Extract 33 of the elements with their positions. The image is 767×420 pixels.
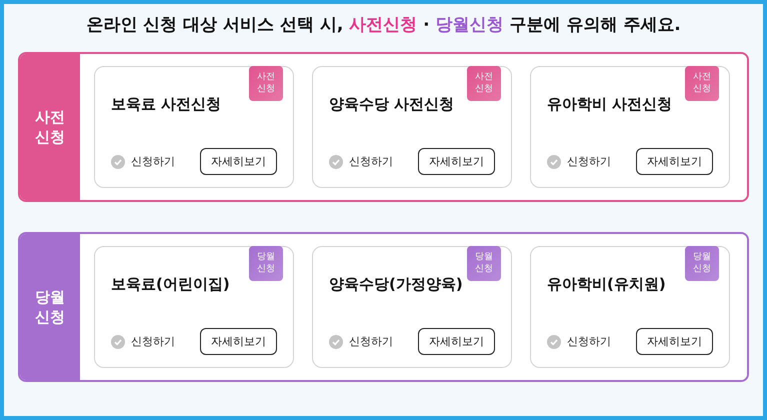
apply-label: 신청하기 [567, 154, 611, 169]
service-title: 보육료 사전신청 [111, 95, 222, 114]
details-button[interactable]: 자세히보기 [418, 328, 495, 355]
headline: 온라인 신청 대상 서비스 선택 시, 사전신청 · 당월신청 구분에 유의해 주세요. [85, 14, 682, 36]
service-title: 양육수당(가정양육) [329, 275, 464, 294]
category-badge: 당월 신청 [467, 246, 501, 281]
section-label: 당월 신청 [34, 286, 66, 328]
category-badge: 사전 신청 [249, 66, 283, 101]
apply-label: 신청하기 [131, 154, 175, 169]
details-button[interactable]: 자세히보기 [200, 328, 277, 355]
details-button[interactable]: 자세히보기 [636, 148, 713, 175]
service-title: 유아학비(유치원) [547, 275, 667, 294]
category-badge: 사전 신청 [685, 66, 719, 101]
apply-label: 신청하기 [567, 334, 611, 349]
service-title: 보육료(어린이집) [111, 275, 231, 294]
details-button[interactable]: 자세히보기 [200, 148, 277, 175]
category-badge: 당월 신청 [249, 246, 283, 281]
apply-label: 신청하기 [349, 154, 393, 169]
check-icon[interactable] [111, 154, 125, 168]
check-icon[interactable] [547, 154, 561, 168]
check-icon[interactable] [329, 334, 343, 348]
check-icon[interactable] [547, 334, 561, 348]
details-button[interactable]: 자세히보기 [636, 328, 713, 355]
check-icon[interactable] [111, 334, 125, 348]
apply-label: 신청하기 [349, 334, 393, 349]
category-badge: 당월 신청 [685, 246, 719, 281]
apply-label: 신청하기 [131, 334, 175, 349]
category-badge: 사전 신청 [467, 66, 501, 101]
section-label: 사전 신청 [34, 106, 66, 148]
service-title: 유아학비 사전신청 [547, 95, 674, 114]
check-icon[interactable] [329, 154, 343, 168]
service-title: 양육수당 사전신청 [329, 95, 456, 114]
details-button[interactable]: 자세히보기 [418, 148, 495, 175]
